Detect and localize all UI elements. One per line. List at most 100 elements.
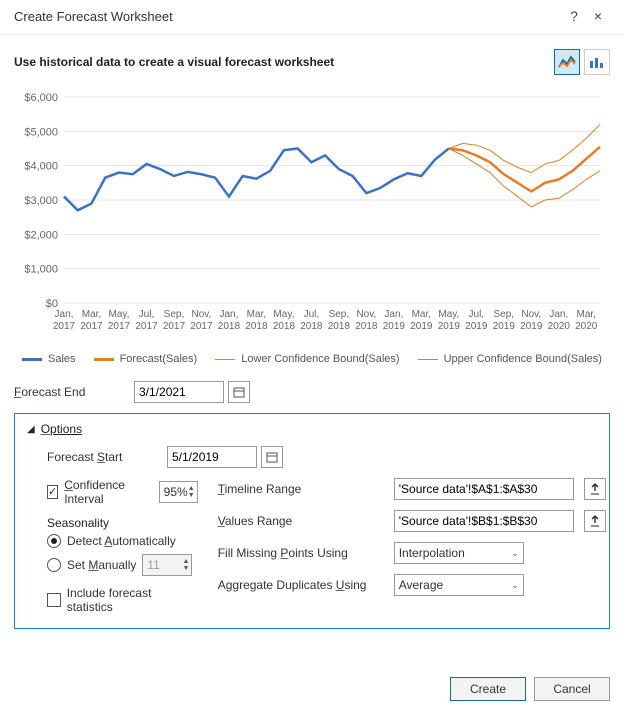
- spin-down-icon[interactable]: ▼: [188, 492, 195, 499]
- svg-text:Sep,: Sep,: [329, 309, 350, 320]
- legend-forecast: Forecast(Sales): [94, 353, 198, 365]
- values-range-picker-button[interactable]: [584, 510, 606, 532]
- titlebar: Create Forecast Worksheet ? ×: [0, 0, 624, 35]
- close-button[interactable]: ×: [586, 8, 610, 24]
- fill-missing-row: Fill Missing Points Using Interpolation …: [218, 542, 606, 564]
- confidence-label: Confidence Interval: [64, 478, 141, 506]
- svg-text:Jan,: Jan,: [55, 309, 74, 320]
- dialog-title: Create Forecast Worksheet: [14, 9, 562, 24]
- svg-text:$2,000: $2,000: [24, 229, 58, 241]
- line-chart-button[interactable]: [554, 49, 580, 75]
- svg-text:2018: 2018: [245, 321, 268, 332]
- legend-swatch-upper: [418, 359, 438, 360]
- confidence-checkbox[interactable]: ✓: [47, 485, 58, 499]
- collapse-arrow-icon: ◢: [27, 424, 35, 435]
- legend-label-lower: Lower Confidence Bound(Sales): [241, 353, 399, 365]
- svg-text:2018: 2018: [328, 321, 351, 332]
- spin-up-icon[interactable]: ▲: [182, 558, 189, 565]
- legend-label-sales: Sales: [48, 353, 76, 365]
- svg-text:$6,000: $6,000: [24, 92, 58, 104]
- fill-missing-combo[interactable]: Interpolation ⌄: [394, 542, 524, 564]
- cancel-button-label: Cancel: [553, 682, 590, 696]
- svg-text:Mar,: Mar,: [247, 309, 266, 320]
- svg-text:Sep,: Sep,: [494, 309, 515, 320]
- svg-text:Jan,: Jan,: [219, 309, 238, 320]
- svg-text:2019: 2019: [520, 321, 543, 332]
- forecast-start-input[interactable]: [167, 446, 257, 468]
- options-toggle[interactable]: ◢ Options: [27, 422, 597, 436]
- seasonality-manual-value: 11: [147, 558, 159, 572]
- fill-missing-label: Fill Missing Points Using: [218, 546, 388, 560]
- seasonality-manual-radio[interactable]: [47, 558, 61, 572]
- forecast-end-input[interactable]: [134, 381, 224, 403]
- aggregate-value: Average: [399, 578, 443, 592]
- seasonality-detect-label: Detect Automatically: [67, 534, 176, 548]
- svg-text:2017: 2017: [135, 321, 158, 332]
- svg-text:2018: 2018: [273, 321, 296, 332]
- svg-text:$4,000: $4,000: [24, 161, 58, 173]
- timeline-range-label: Timeline Range: [218, 482, 388, 496]
- aggregate-label: Aggregate Duplicates Using: [218, 578, 388, 592]
- spin-down-icon[interactable]: ▼: [182, 565, 189, 572]
- legend-lower: Lower Confidence Bound(Sales): [215, 353, 399, 365]
- line-chart-icon: [558, 55, 576, 69]
- legend-label-upper: Upper Confidence Bound(Sales): [444, 353, 602, 365]
- values-range-input[interactable]: [394, 510, 574, 532]
- forecast-start-label: Forecast Start: [47, 450, 167, 464]
- seasonality-detect-radio[interactable]: [47, 534, 61, 548]
- svg-text:2017: 2017: [108, 321, 131, 332]
- check-icon: ✓: [48, 487, 57, 498]
- radio-dot-icon: [51, 538, 57, 544]
- svg-text:Mar,: Mar,: [577, 309, 596, 320]
- seasonality-detect-row: Detect Automatically: [47, 534, 198, 548]
- aggregate-combo[interactable]: Average ⌄: [394, 574, 524, 596]
- cancel-button[interactable]: Cancel: [534, 677, 610, 701]
- forecast-start-calendar-button[interactable]: [261, 446, 283, 468]
- include-stats-label: Include forecast statistics: [67, 586, 198, 614]
- timeline-range-input[interactable]: [394, 478, 574, 500]
- timeline-range-picker-button[interactable]: [584, 478, 606, 500]
- forecast-end-calendar-button[interactable]: [228, 381, 250, 403]
- svg-text:$1,000: $1,000: [24, 264, 58, 276]
- spin-up-icon[interactable]: ▲: [188, 485, 195, 492]
- forecast-chart: $0$1,000$2,000$3,000$4,000$5,000$6,000Ja…: [14, 87, 610, 347]
- range-picker-icon: [590, 483, 600, 495]
- chevron-down-icon: ⌄: [511, 580, 519, 591]
- svg-text:Nov,: Nov,: [192, 309, 212, 320]
- seasonality-manual-spinner[interactable]: 11 ▲▼: [142, 554, 192, 576]
- options-panel: ◢ Options Forecast Start ✓ Confidence In…: [14, 413, 610, 629]
- svg-text:May,: May,: [109, 309, 130, 320]
- svg-text:2019: 2019: [410, 321, 433, 332]
- confidence-row: ✓ Confidence Interval 95% ▲▼: [47, 478, 198, 506]
- seasonality-heading: Seasonality: [47, 516, 198, 530]
- fill-missing-value: Interpolation: [399, 546, 465, 560]
- calendar-icon: [233, 386, 245, 398]
- include-stats-checkbox[interactable]: [47, 593, 61, 607]
- svg-text:Jan,: Jan,: [549, 309, 568, 320]
- column-chart-icon: [588, 55, 606, 69]
- seasonality-manual-label: Set Manually: [67, 558, 136, 572]
- legend-swatch-forecast: [94, 358, 114, 361]
- confidence-spinner[interactable]: 95% ▲▼: [159, 481, 198, 503]
- options-label: Options: [41, 422, 82, 436]
- svg-text:2017: 2017: [53, 321, 76, 332]
- column-chart-button[interactable]: [584, 49, 610, 75]
- seasonality-manual-row: Set Manually 11 ▲▼: [47, 554, 198, 576]
- values-range-label: Values Range: [218, 514, 388, 528]
- svg-text:Jan,: Jan,: [384, 309, 403, 320]
- legend-label-forecast: Forecast(Sales): [120, 353, 198, 365]
- subtitle: Use historical data to create a visual f…: [14, 55, 554, 69]
- help-button[interactable]: ?: [562, 8, 586, 24]
- form-area: Forecast End ◢ Options Forecast Start ✓: [0, 365, 624, 629]
- svg-text:Nov,: Nov,: [521, 309, 541, 320]
- create-button[interactable]: Create: [450, 677, 526, 701]
- svg-text:2019: 2019: [438, 321, 461, 332]
- dialog-footer: Create Cancel: [450, 677, 610, 701]
- svg-text:2019: 2019: [493, 321, 516, 332]
- svg-text:Nov,: Nov,: [356, 309, 376, 320]
- svg-text:$5,000: $5,000: [24, 126, 58, 138]
- svg-text:Sep,: Sep,: [164, 309, 185, 320]
- subtitle-row: Use historical data to create a visual f…: [0, 35, 624, 75]
- svg-text:Jul,: Jul,: [469, 309, 485, 320]
- svg-text:2017: 2017: [163, 321, 186, 332]
